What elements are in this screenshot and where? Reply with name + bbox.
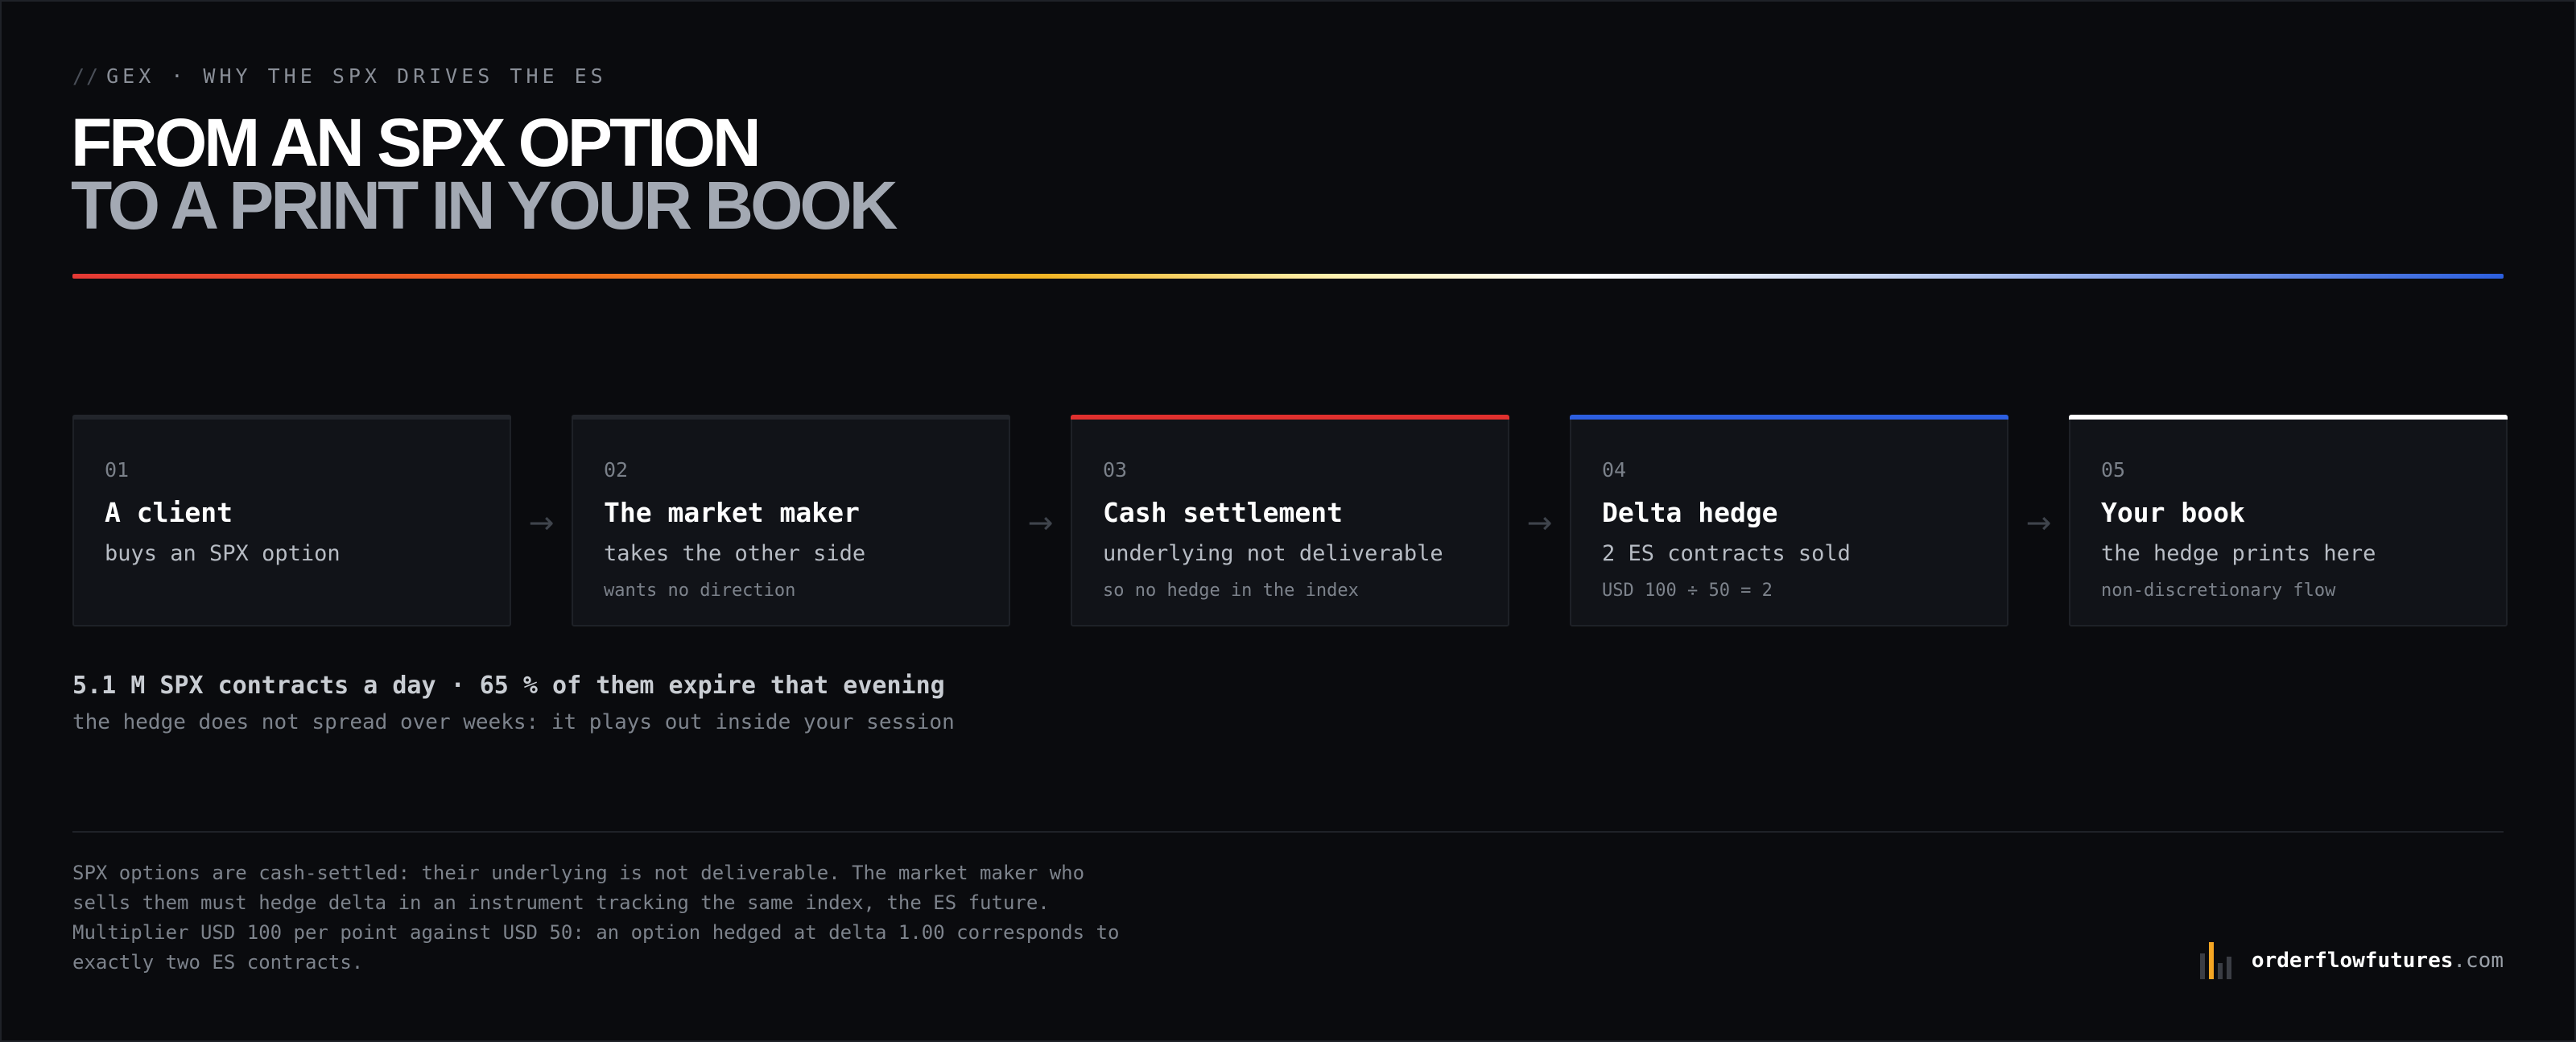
step-number: 02 (604, 458, 629, 482)
footnote-line: exactly two ES contracts. (72, 951, 364, 974)
step-card: 03 Cash settlement underlying not delivera… (1071, 415, 1509, 626)
step-number: 05 (2101, 458, 2126, 482)
step-subtitle: the hedge prints here (2101, 541, 2376, 566)
stat-subline: the hedge does not spread over weeks: it… (72, 710, 955, 734)
step-title: Your book (2101, 497, 2245, 528)
step-accent-bar (1071, 415, 1509, 420)
step-title: Cash settlement (1103, 497, 1344, 528)
stat-headline: 5.1 M SPX contracts a day · 65 % of them… (72, 672, 945, 700)
step-note: USD 100 ÷ 50 = 2 (1602, 581, 1773, 601)
brand[interactable]: orderflowfutures .com (2199, 941, 2504, 981)
step-subtitle: buys an SPX option (105, 541, 341, 566)
bar-chart-logo-icon (2199, 942, 2235, 979)
arrow-right-icon: → (1027, 505, 1054, 540)
step-accent-bar (2069, 415, 2508, 420)
step-subtitle: takes the other side (604, 541, 866, 566)
eyebrow-text: GEX · WHY THE SPX DRIVES THE ES (106, 64, 607, 88)
footnote-line: Multiplier USD 100 per point against USD… (72, 921, 1120, 944)
step-number: 01 (105, 458, 130, 482)
step-note: so no hedge in the index (1103, 581, 1359, 601)
step-card: 04 Delta hedge 2 ES contracts sold USD 100 … (1570, 415, 2008, 626)
footnote-line: SPX options are cash-settled: their unde… (72, 862, 1085, 884)
step-accent-bar (1570, 415, 2008, 420)
title-line-2: TO A PRINT IN YOUR BOOK (71, 167, 898, 243)
page-title: FROM AN SPX OPTION TO A PRINT IN YOUR BO… (71, 105, 898, 243)
step-title: Delta hedge (1602, 497, 1778, 528)
step-note: wants no direction (604, 581, 796, 601)
step-card: 02 The market maker takes the other side wa… (572, 415, 1010, 626)
steps-flow: 01 A client buys an SPX option → 02 The marke… (72, 415, 2508, 628)
step-number: 04 (1602, 458, 1627, 482)
step-number: 03 (1103, 458, 1128, 482)
step-card: 05 Your book the hedge prints here non-disc… (2069, 415, 2508, 626)
step-title: A client (105, 497, 233, 528)
divider (72, 831, 2504, 833)
logo-bar (2199, 953, 2205, 979)
brand-name: orderflowfutures (2251, 949, 2454, 973)
brand-tld: .com (2453, 949, 2504, 973)
footnote-line: sells them must hedge delta in an instru… (72, 891, 1050, 914)
logo-bar (2208, 942, 2214, 979)
step-subtitle: 2 ES contracts sold (1602, 541, 1851, 566)
step-accent-bar (72, 415, 511, 420)
step-subtitle: underlying not deliverable (1103, 541, 1443, 566)
eyebrow: //GEX · WHY THE SPX DRIVES THE ES (72, 64, 607, 88)
arrow-right-icon: → (2025, 505, 2052, 540)
title-line-1: FROM AN SPX OPTION (71, 105, 762, 180)
step-accent-bar (572, 415, 1010, 420)
step-title: The market maker (604, 497, 860, 528)
logo-bar (2217, 963, 2223, 979)
eyebrow-prefix: // (72, 64, 101, 88)
logo-bar (2226, 957, 2231, 979)
step-card: 01 A client buys an SPX option (72, 415, 511, 626)
arrow-right-icon: → (528, 505, 555, 540)
gradient-rule (72, 274, 2504, 279)
step-note: non-discretionary flow (2101, 581, 2336, 601)
footnote: SPX options are cash-settled: their unde… (72, 858, 1280, 978)
arrow-right-icon: → (1526, 505, 1553, 540)
